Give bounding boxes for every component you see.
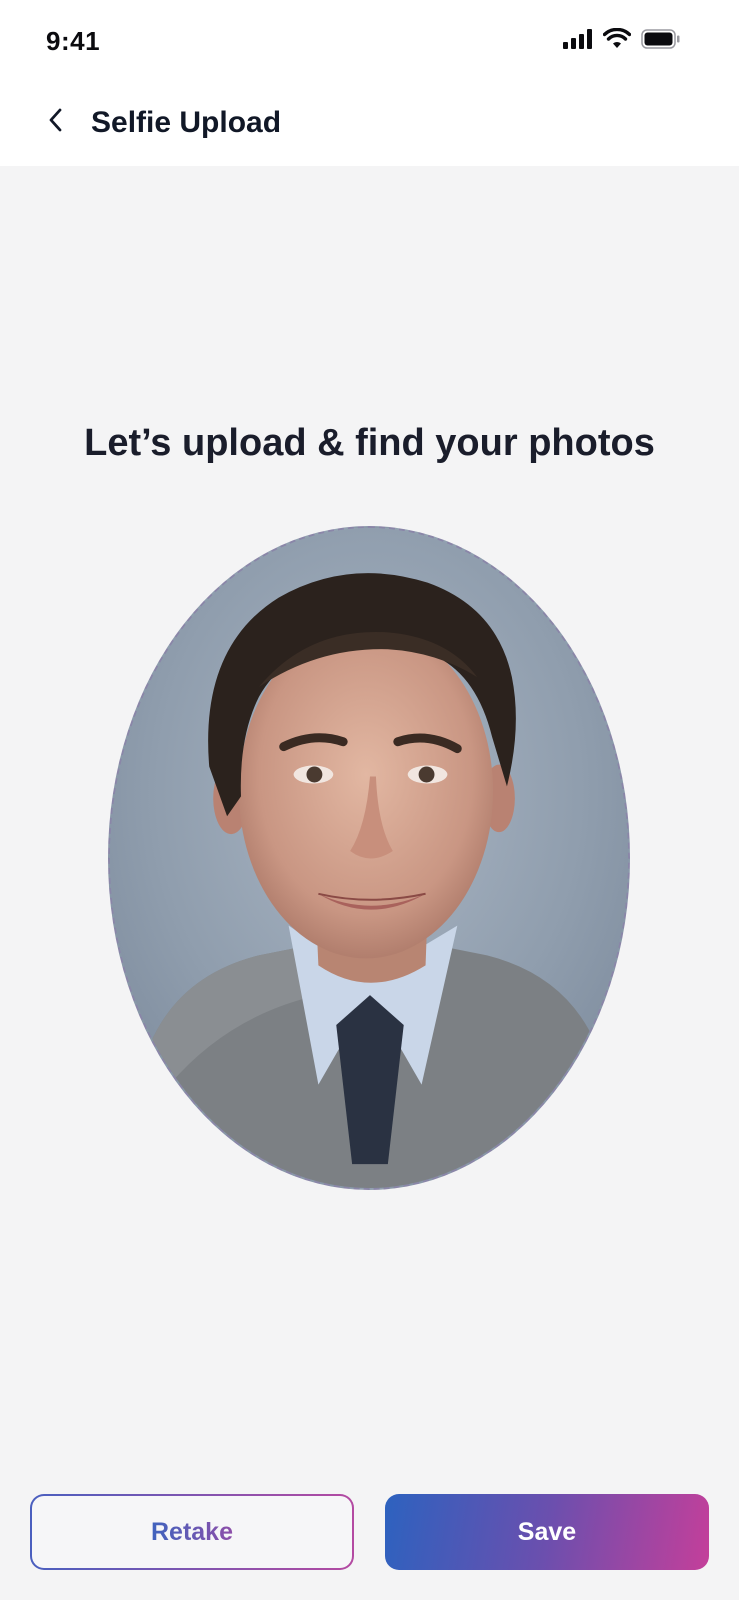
save-label: Save (517, 1517, 577, 1546)
save-button[interactable]: Save (385, 1494, 709, 1570)
cellular-signal-icon (563, 28, 593, 54)
status-time: 9:41 (46, 26, 101, 56)
status-icons (563, 27, 681, 55)
page-title: Selfie Upload (91, 106, 282, 139)
selfie-preview (108, 526, 630, 1190)
headline: Let’s upload & find your photos (84, 422, 655, 464)
status-bar: 9:41 (0, 0, 739, 84)
retake-button[interactable]: Retake (30, 1494, 354, 1570)
retake-label: Retake (151, 1517, 233, 1546)
battery-icon (641, 28, 681, 54)
back-button[interactable] (36, 102, 76, 142)
wifi-icon (602, 27, 632, 55)
portrait-photo (110, 528, 628, 1188)
chevron-left-icon (46, 106, 66, 139)
nav-bar: Selfie Upload (0, 84, 739, 166)
